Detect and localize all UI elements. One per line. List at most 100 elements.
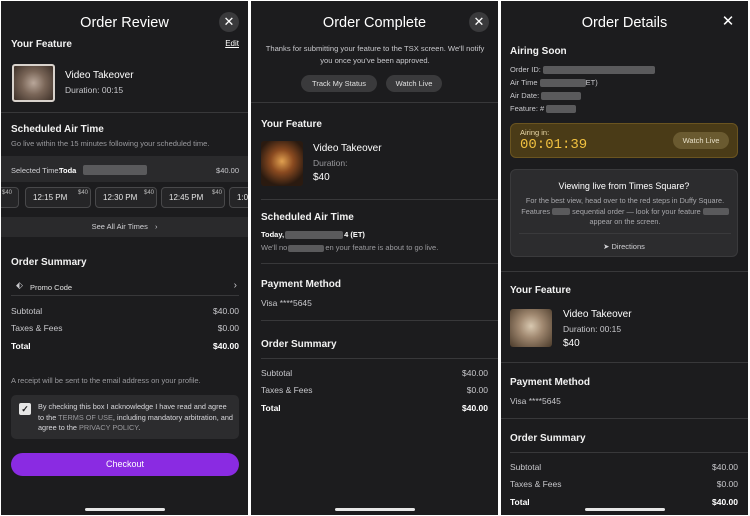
confirmation-message: Thanks for submitting your feature to th… (265, 44, 485, 65)
scheduled-air-time-heading: Scheduled Air Time (261, 212, 354, 223)
feature-name: Video Takeover (563, 309, 632, 320)
redacted-block (539, 79, 586, 88)
close-button[interactable]: ✕ (469, 12, 489, 32)
page-title: Order Review (80, 15, 169, 31)
payment-card: Visa ****5645 (261, 298, 312, 308)
taxes-value: $0.00 (716, 479, 738, 489)
payment-method-heading: Payment Method (510, 377, 591, 388)
feature-thumbnail (12, 64, 55, 102)
home-indicator (585, 508, 665, 511)
redacted-block (546, 105, 577, 114)
countdown-timer: 00:01:39 (520, 137, 588, 153)
terms-of-use-link[interactable]: TERMS OF USE (58, 413, 113, 422)
chevron-right-icon: › (154, 222, 158, 231)
viewing-info-card: Viewing live from Times Square? For the … (510, 169, 738, 257)
time-chip[interactable]: 12:45 PM $40 (161, 187, 225, 208)
close-icon: ✕ (721, 13, 735, 30)
scheduled-description: Go live within the 15 minutes following … (11, 139, 210, 148)
consent-box: ✓ By checking this box I acknowledge I h… (11, 395, 239, 439)
home-indicator (85, 508, 165, 511)
your-feature-heading: Your Feature (11, 39, 72, 50)
track-status-button[interactable]: Track My Status (301, 75, 377, 92)
total-value: $40.00 (213, 341, 239, 351)
close-icon: ✕ (473, 14, 485, 29)
scheduled-date: Today, 4 (ET) (261, 230, 365, 240)
consent-checkbox[interactable]: ✓ (19, 403, 31, 415)
redacted-block (552, 208, 571, 216)
subtotal-label: Subtotal (261, 368, 293, 378)
divider (510, 452, 748, 453)
order-summary-heading: Order Summary (11, 257, 87, 268)
redacted-block (541, 92, 582, 101)
feature-duration-label: Duration: (313, 158, 348, 168)
total-label: Total (261, 403, 281, 413)
divider (501, 271, 748, 272)
subtotal-value: $40.00 (213, 306, 239, 316)
divider (261, 320, 498, 321)
feature-price: $40 (313, 172, 330, 183)
edit-link[interactable]: Edit (225, 39, 239, 48)
selected-time-bar: Selected Time: Toda $40.00 (1, 156, 248, 182)
subtotal-value: $40.00 (712, 462, 738, 472)
page-title: Order Details (581, 15, 668, 31)
divider (501, 362, 748, 363)
order-info: Order ID: Air Time ET) Air Date: Feature… (510, 63, 655, 115)
total-value: $40.00 (712, 497, 738, 507)
navigation-arrow-icon: ➤ (603, 242, 610, 251)
total-label: Total (510, 497, 530, 507)
taxes-value: $0.00 (217, 323, 239, 333)
redacted-block (702, 208, 729, 216)
redacted-block (83, 165, 147, 175)
subtotal-label: Subtotal (510, 462, 542, 472)
airing-soon-heading: Airing Soon (510, 46, 567, 57)
time-chip[interactable]: 12:15 PM $40 (25, 187, 91, 208)
selected-time-label: Selected Time: (11, 166, 61, 175)
subtotal-label: Subtotal (11, 306, 43, 316)
time-chip[interactable]: 1:0 (229, 187, 248, 208)
watch-live-button[interactable]: Watch Live (386, 75, 442, 92)
divider (1, 112, 248, 113)
receipt-note: A receipt will be sent to the email addr… (11, 376, 201, 385)
selected-time-value: Toda (59, 166, 77, 175)
directions-button[interactable]: ➤ Directions (511, 242, 737, 251)
promo-code-row[interactable]: ⬖ Promo Code › (11, 278, 239, 296)
selected-time-price: $40.00 (216, 166, 239, 175)
redacted-block (542, 66, 655, 75)
feature-duration: Duration: 00:15 (563, 324, 622, 334)
feature-name: Video Takeover (313, 143, 382, 154)
close-button[interactable]: ✕ (219, 12, 239, 32)
scheduled-air-time-heading: Scheduled Air Time (11, 124, 104, 135)
your-feature-heading: Your Feature (510, 285, 571, 296)
divider (261, 358, 498, 359)
close-button[interactable]: ✕ (718, 12, 738, 32)
consent-text: By checking this box I acknowledge I hav… (38, 402, 233, 432)
page-title: Order Complete (322, 15, 427, 31)
notify-text: We'll no en your feature is about to go l… (261, 243, 439, 252)
chevron-right-icon: › (233, 280, 237, 291)
payment-card: Visa ****5645 (510, 396, 561, 406)
divider (501, 418, 748, 419)
watch-live-button[interactable]: Watch Live (673, 132, 729, 149)
subtotal-value: $40.00 (462, 368, 488, 378)
viewing-title: Viewing live from Times Square? (558, 181, 690, 191)
checkout-button[interactable]: Checkout (11, 453, 239, 476)
home-indicator (335, 508, 415, 511)
order-summary-heading: Order Summary (261, 339, 337, 350)
divider (251, 102, 498, 103)
total-value: $40.00 (462, 403, 488, 413)
airing-in-label: Airing in: (520, 128, 550, 137)
privacy-policy-link[interactable]: PRIVACY POLICY (79, 423, 138, 432)
see-all-air-times-button[interactable]: See All Air Times › (1, 217, 248, 237)
close-icon: ✕ (223, 14, 235, 29)
taxes-label: Taxes & Fees (11, 323, 63, 333)
order-summary-heading: Order Summary (510, 433, 586, 444)
taxes-label: Taxes & Fees (261, 385, 313, 395)
order-review-screen: Order Review ✕ Your Feature Edit Video T… (1, 1, 248, 515)
time-chip[interactable]: $40 (1, 187, 19, 208)
viewing-description: For the best view, head over to the red … (519, 196, 731, 228)
divider (261, 263, 498, 264)
airing-countdown-card: Airing in: 00:01:39 Watch Live (510, 123, 738, 158)
time-chip[interactable]: 12:30 PM $40 (95, 187, 157, 208)
feature-price: $40 (563, 338, 580, 349)
feature-name: Video Takeover (65, 70, 134, 81)
